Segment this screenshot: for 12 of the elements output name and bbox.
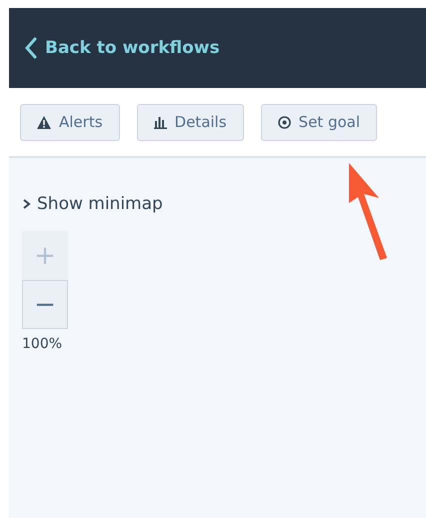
minimap-toggle[interactable]: Show minimap [22, 194, 163, 214]
toolbar-button[interactable]: Set goal [260, 104, 378, 140]
toolbar-button[interactable]: Details [136, 104, 244, 140]
zoom-level: 100% [22, 336, 62, 352]
target-icon [278, 116, 291, 128]
zoom-out-button[interactable]: − [22, 280, 68, 329]
chevron-left-icon [25, 37, 37, 59]
warning-icon [37, 116, 51, 128]
bar-chart-icon [154, 116, 167, 128]
toolbar-button[interactable]: Alerts [20, 104, 120, 140]
chevron-right-icon [22, 198, 32, 210]
back-link[interactable]: Back to workflows [25, 37, 220, 59]
